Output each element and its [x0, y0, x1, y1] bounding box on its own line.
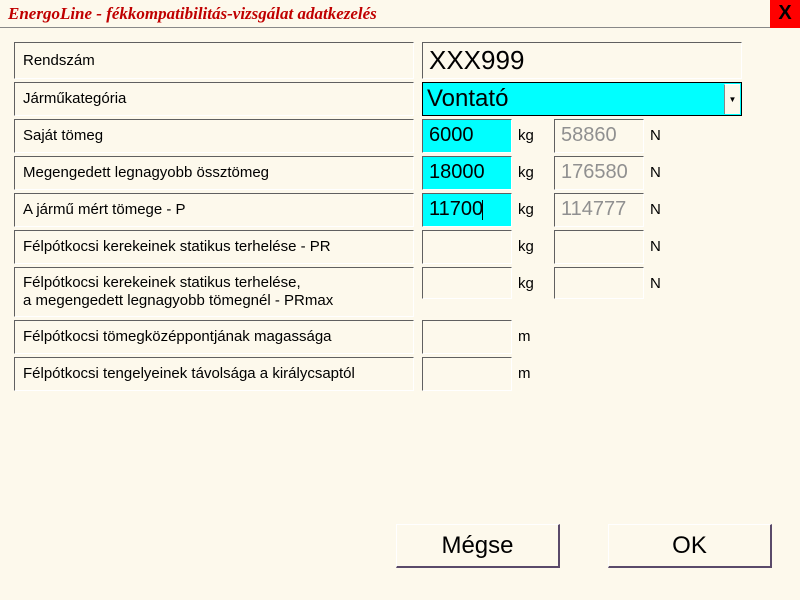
- input-sajat-tomeg-n: 58860: [554, 119, 644, 153]
- label-rendszam: Rendszám: [14, 42, 414, 79]
- label-prmax: Félpótkocsi kerekeinek statikus terhelés…: [14, 267, 414, 317]
- cancel-button[interactable]: Mégse: [396, 524, 560, 568]
- unit-n: N: [644, 156, 668, 190]
- label-magassag: Félpótkocsi tömegközéppontjának magasság…: [14, 320, 414, 354]
- label-tavolsag: Félpótkocsi tengelyeinek távolsága a kir…: [14, 357, 414, 391]
- unit-n: N: [644, 267, 668, 317]
- input-magassag[interactable]: [422, 320, 512, 354]
- label-kategoria: Járműkategória: [14, 82, 414, 116]
- input-pr-kg[interactable]: [422, 230, 512, 264]
- input-megengedett-kg[interactable]: 18000: [422, 156, 512, 190]
- unit-kg: kg: [512, 156, 546, 190]
- unit-m: m: [512, 320, 546, 354]
- close-button[interactable]: X: [770, 0, 800, 28]
- input-sajat-tomeg-kg[interactable]: 6000: [422, 119, 512, 153]
- input-prmax-kg[interactable]: [422, 267, 512, 299]
- unit-n: N: [644, 230, 668, 264]
- unit-kg: kg: [512, 193, 546, 227]
- select-kategoria[interactable]: Vontató ▼: [422, 82, 742, 116]
- label-pr: Félpótkocsi kerekeinek statikus terhelés…: [14, 230, 414, 264]
- select-kategoria-value: Vontató: [427, 85, 508, 113]
- unit-kg: kg: [512, 230, 546, 264]
- input-prmax-n: [554, 267, 644, 299]
- label-mert-tomeg: A jármű mért tömege - P: [14, 193, 414, 227]
- unit-n: N: [644, 193, 668, 227]
- input-mert-tomeg-kg[interactable]: 11700: [422, 193, 512, 227]
- text-cursor: [482, 200, 483, 220]
- ok-button[interactable]: OK: [608, 524, 772, 568]
- input-megengedett-n: 176580: [554, 156, 644, 190]
- app-title: EnergoLine - fékkompatibilitás-vizsgálat…: [8, 4, 377, 24]
- form-area: Rendszám XXX999 Járműkategória Vontató ▼…: [0, 28, 800, 391]
- input-tavolsag[interactable]: [422, 357, 512, 391]
- unit-kg: kg: [512, 119, 546, 153]
- titlebar: EnergoLine - fékkompatibilitás-vizsgálat…: [0, 0, 800, 28]
- chevron-down-icon[interactable]: ▼: [724, 84, 740, 114]
- button-row: Mégse OK: [396, 524, 772, 568]
- label-megengedett: Megengedett legnagyobb össztömeg: [14, 156, 414, 190]
- input-rendszam[interactable]: XXX999: [422, 42, 742, 79]
- unit-kg: kg: [512, 267, 546, 317]
- unit-m: m: [512, 357, 546, 391]
- unit-n: N: [644, 119, 668, 153]
- label-sajat-tomeg: Saját tömeg: [14, 119, 414, 153]
- input-pr-n: [554, 230, 644, 264]
- input-mert-tomeg-n: 114777: [554, 193, 644, 227]
